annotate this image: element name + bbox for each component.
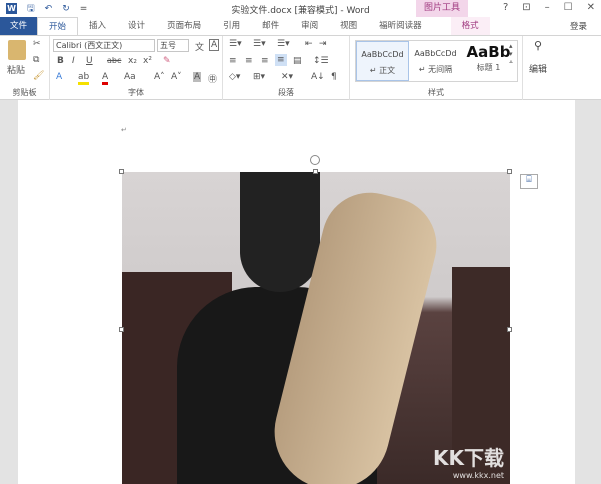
char-border-icon[interactable]: A: [209, 39, 220, 51]
style-normal[interactable]: AaBbCcDd ↵ 正文: [356, 41, 409, 81]
style-preview: AaBb: [466, 43, 511, 61]
line-spacing-icon[interactable]: ↕☰: [313, 56, 329, 66]
sign-in-link[interactable]: 登录: [570, 20, 587, 32]
watermark: KK下载 www.kkx.net: [433, 442, 504, 480]
superscript-button[interactable]: x²: [143, 56, 152, 66]
paste-button[interactable]: 粘贴: [7, 63, 25, 76]
paragraph-group: ☰▾ ☰▾ ☰▾ ⇤ ⇥ ≡ ≡ ≡ ≡ ▤ ↕☰ ◇▾ ⊞▾ ✕▾ A↓ ¶ …: [223, 36, 350, 100]
clear-formatting-icon[interactable]: ✎: [163, 56, 171, 66]
paragraph-label: 段落: [278, 88, 294, 97]
justify-icon[interactable]: ≡: [275, 54, 287, 66]
paragraph-mark: ↵: [121, 126, 127, 134]
font-group: Calibri (西文正文) 五号 文 A B I U abc x₂ x² ✎ …: [50, 36, 223, 100]
italic-button[interactable]: I: [72, 56, 75, 66]
style-name: ↵ 无间隔: [418, 65, 453, 74]
style-preview: AaBbCcDd: [414, 49, 457, 58]
rotate-handle[interactable]: [310, 155, 320, 165]
maximize-button[interactable]: ☐: [564, 2, 573, 13]
resize-handle[interactable]: [507, 327, 512, 332]
grow-font-button[interactable]: A˄: [154, 72, 165, 82]
chinese-layout-icon[interactable]: ✕▾: [281, 72, 293, 82]
clipboard-label: 剪贴板: [12, 88, 37, 97]
styles-gallery: AaBbCcDd ↵ 正文 AaBbCcDd ↵ 无间隔 AaBb 标题 1: [355, 40, 518, 82]
strikethrough-button[interactable]: abc: [107, 56, 121, 65]
underline-button[interactable]: U: [86, 56, 93, 66]
resize-handle[interactable]: [119, 169, 124, 174]
editing-label: 编辑: [528, 65, 547, 75]
copy-icon[interactable]: ⧉: [33, 55, 39, 65]
picture-tools-header: 图片工具: [416, 0, 468, 17]
numbering-icon[interactable]: ☰▾: [253, 39, 266, 49]
tab-file[interactable]: 文件: [0, 17, 38, 35]
watermark-brand: KK下载: [433, 446, 504, 470]
show-marks-icon[interactable]: ¶: [331, 72, 337, 82]
style-preview: AaBbCcDd: [361, 50, 404, 59]
multilevel-list-icon[interactable]: ☰▾: [277, 39, 290, 49]
style-name: ↵ 正文: [369, 66, 396, 75]
tab-view[interactable]: 视图: [329, 17, 368, 35]
tab-insert[interactable]: 插入: [78, 17, 117, 35]
tab-format[interactable]: 格式: [450, 17, 490, 35]
resize-handle[interactable]: [507, 169, 512, 174]
borders-icon[interactable]: ⊞▾: [253, 72, 265, 82]
distributed-icon[interactable]: ▤: [293, 56, 302, 66]
styles-group: AaBbCcDd ↵ 正文 AaBbCcDd ↵ 无间隔 AaBb 标题 1 ▴ ▾ ⩡ …: [350, 36, 523, 100]
find-icon: ⚲: [533, 39, 543, 52]
tab-home[interactable]: 开始: [37, 17, 79, 35]
ribbon-display-button[interactable]: ⊡: [522, 2, 530, 13]
resize-handle[interactable]: [313, 169, 318, 174]
text-effect-icon[interactable]: A: [56, 72, 62, 82]
paste-icon: [8, 40, 26, 60]
shrink-font-button[interactable]: A˅: [171, 72, 182, 82]
align-right-icon[interactable]: ≡: [261, 56, 269, 66]
align-left-icon[interactable]: ≡: [229, 56, 237, 66]
help-button[interactable]: ?: [503, 2, 508, 13]
clipboard-group: 粘贴 ✂ ⧉ 🖌 剪贴板: [0, 36, 50, 100]
resize-handle[interactable]: [119, 327, 124, 332]
tab-layout[interactable]: 页面布局: [156, 17, 212, 35]
style-name: 标题 1: [476, 63, 501, 72]
tab-review[interactable]: 审阅: [290, 17, 329, 35]
layout-options-button[interactable]: ⌸: [520, 174, 538, 189]
tab-foxit-reader[interactable]: 福昕阅读器: [368, 17, 433, 35]
char-shading-icon[interactable]: A: [193, 72, 202, 82]
style-no-spacing[interactable]: AaBbCcDd ↵ 无间隔: [409, 41, 462, 81]
cut-icon[interactable]: ✂: [33, 39, 41, 49]
change-case-button[interactable]: Aa: [124, 72, 136, 82]
font-name-select[interactable]: Calibri (西文正文): [53, 39, 155, 52]
bold-button[interactable]: B: [57, 56, 64, 66]
title-bar: W 🖫 ↶ ↻ = 实验文件.docx [兼容模式] - Word 图片工具 ?…: [0, 0, 601, 17]
person-hair: [240, 172, 320, 292]
tab-references[interactable]: 引用: [212, 17, 251, 35]
clear-format-icon[interactable]: 文: [195, 40, 204, 53]
tab-mailings[interactable]: 邮件: [251, 17, 290, 35]
styles-scroll-icon[interactable]: ▴ ▾ ⩡: [509, 42, 513, 67]
font-size-select[interactable]: 五号: [157, 39, 189, 52]
style-heading-1[interactable]: AaBb 标题 1: [462, 41, 515, 81]
ribbon-tabs: 文件 开始 插入 设计 页面布局 引用 邮件 审阅 视图 福昕阅读器 格式 登录: [0, 17, 601, 35]
increase-indent-icon[interactable]: ⇥: [319, 39, 327, 49]
font-label: 字体: [128, 88, 144, 97]
sort-icon[interactable]: A↓: [311, 72, 325, 82]
format-painter-icon[interactable]: 🖌: [33, 71, 44, 81]
selected-picture[interactable]: KK下载 www.kkx.net: [122, 172, 510, 484]
styles-label: 样式: [428, 88, 444, 97]
watermark-url: www.kkx.net: [452, 471, 504, 480]
close-button[interactable]: ✕: [587, 2, 595, 13]
enclose-char-icon[interactable]: ㊥: [208, 72, 217, 85]
bullets-icon[interactable]: ☰▾: [229, 39, 242, 49]
align-center-icon[interactable]: ≡: [245, 56, 253, 66]
subscript-button[interactable]: x₂: [128, 56, 137, 66]
decrease-indent-icon[interactable]: ⇤: [305, 39, 313, 49]
font-color-icon[interactable]: A: [102, 72, 109, 85]
shading-icon[interactable]: ◇▾: [229, 72, 240, 82]
tab-design[interactable]: 设计: [117, 17, 156, 35]
highlight-icon[interactable]: ab: [78, 72, 90, 85]
minimize-button[interactable]: –: [545, 2, 550, 13]
editing-group[interactable]: ⚲ 编辑: [525, 39, 551, 75]
ribbon: 粘贴 ✂ ⧉ 🖌 剪贴板 Calibri (西文正文) 五号 文 A B I U…: [0, 35, 601, 100]
